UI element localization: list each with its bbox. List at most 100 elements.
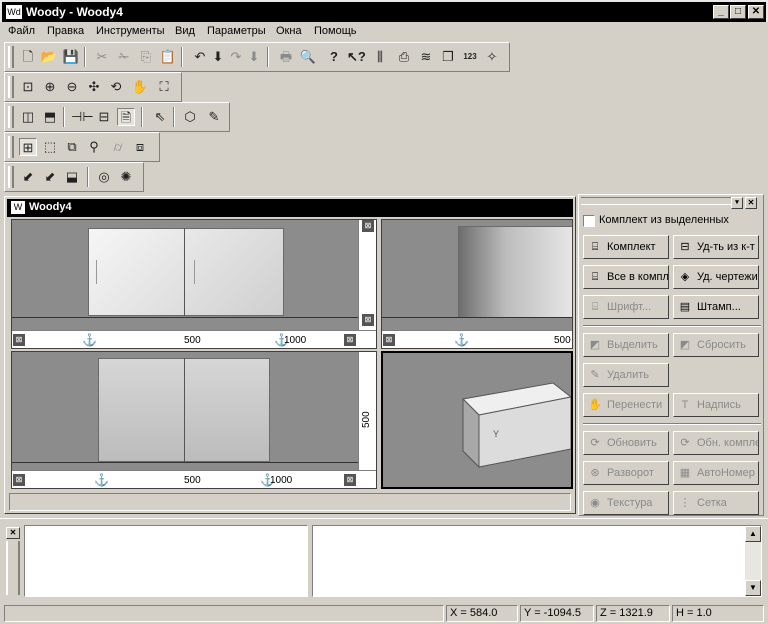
zoom-fit-icon[interactable]: ⛶ [155,78,173,96]
close-button[interactable]: ✕ [748,5,764,19]
auto-number-button[interactable]: ▦ АвтоНомер [673,461,759,485]
numbers-icon[interactable]: 123 [461,48,479,66]
toolbar-grip[interactable] [8,136,14,158]
wand-icon[interactable]: ✧ [483,48,501,66]
toolbar-grip[interactable] [8,46,14,68]
all-to-set-button[interactable]: ⌸ Все в компл [583,265,669,289]
redo-icon[interactable]: ↷ [227,48,245,66]
menu-windows[interactable]: Окна [276,25,302,37]
texture-button[interactable]: ◉ Текстура [583,491,669,515]
scroll-down-icon[interactable]: ▼ [745,580,761,596]
cabinet-3d-icon[interactable]: ⬒ [41,108,59,126]
new-file-icon[interactable]: 🗋 [19,48,37,66]
panel-divider [583,325,761,327]
view-point-icon[interactable]: ⚲ [85,138,103,156]
viewport-3d[interactable]: Y [381,351,573,489]
rotate-icon[interactable]: ⟲ [107,78,125,96]
anchor-icon: ⚓ [454,333,469,347]
panel-scroll-down-icon[interactable]: ▾ [731,197,743,209]
undo-list-icon[interactable]: ⬇ [209,48,227,66]
set-from-selected-checkbox[interactable] [583,215,595,227]
cut-icon[interactable]: ✂ [93,48,111,66]
delete-button[interactable]: ✎ Удалить [583,363,669,387]
viewport-front[interactable]: ⊠ ⊠ ⊠ ⚓ 500 ⚓ 1000 ⊠ [11,219,377,349]
maximize-button[interactable]: □ [730,5,746,19]
stamp-button[interactable]: ▤ Штамп... [673,295,759,319]
eye-icon[interactable]: ◎ [95,168,113,186]
context-help-icon[interactable]: ↖? [347,48,366,66]
font-button[interactable]: ⌸ Шрифт... [583,295,669,319]
scrollbar-track[interactable] [745,542,761,580]
refresh-button[interactable]: ⟳ Обновить [583,431,669,455]
hand-icon[interactable]: ✋ [131,78,149,96]
menu-edit[interactable]: Правка [47,25,84,37]
reset-button[interactable]: ◩ Сбросить [673,333,759,357]
drawing-icon[interactable]: 🗎 [117,108,135,126]
redo-list-icon[interactable]: ⬇ [245,48,263,66]
title-bar: Wd Woody - Woody4 _ □ ✕ [0,0,768,22]
viewport-top[interactable]: 500 ⊠ ⚓ 500 ⚓ 1000 ⊠ [11,351,377,489]
open-folder-icon[interactable]: 📂 [40,48,58,66]
remove-from-set-button[interactable]: ⊟ Уд-ть из к-т [673,235,759,259]
menu-help[interactable]: Помощь [314,25,357,37]
layers-icon[interactable]: ≋ [417,48,435,66]
document-status-strip [9,493,571,511]
panel-close-icon[interactable]: ✕ [745,197,757,209]
output-left-pane[interactable] [24,525,308,597]
paste-icon[interactable]: 📋 [159,48,177,66]
scroll-up-icon[interactable]: ▲ [745,526,761,542]
output-grip[interactable] [6,541,20,595]
panel-grip[interactable] [581,197,731,205]
help-icon[interactable]: ? [325,48,343,66]
remove-from-set-icon: ⊟ [680,241,690,253]
toolbar-grip[interactable] [8,76,14,98]
output-right-pane[interactable]: ▲ ▼ [312,525,762,597]
light-icon[interactable]: ✺ [117,168,135,186]
view-wire-icon[interactable]: ⧉ [63,138,81,156]
toolbar-grip[interactable] [8,106,14,128]
refresh-set-button[interactable]: ⟳ Обн. компле [673,431,759,455]
unfold-button[interactable]: ⊛ Разворот [583,461,669,485]
view-cylinder-icon[interactable]: ⌭ [109,138,127,156]
print-icon[interactable]: 🖶 [277,48,295,66]
view-box-icon[interactable]: ⬚ [41,138,59,156]
view-panel-icon[interactable]: ⊞ [19,138,37,156]
view-layers-icon[interactable]: ⧈ [131,138,149,156]
text-label-button[interactable]: T Надпись [673,393,759,417]
delete-drawings-button[interactable]: ◈ Уд. чертежи [673,265,759,289]
export-icon[interactable]: ⎙ [395,48,413,66]
move-c-icon[interactable]: ⬓ [63,168,81,186]
menu-parameters[interactable]: Параметры [207,25,266,37]
zoom-window-icon[interactable]: ⊡ [19,78,37,96]
toolbar-grip[interactable] [8,166,14,188]
scissors-icon[interactable]: ✁ [115,48,133,66]
split-horizontal-icon[interactable]: ⊣⊢ [71,108,94,126]
set-button[interactable]: ⌸ Комплект [583,235,669,259]
pan-icon[interactable]: ✣ [85,78,103,96]
undo-icon[interactable]: ↶ [191,48,209,66]
pencil-icon[interactable]: ✎ [205,108,223,126]
move-a-icon[interactable]: ⬋ [19,168,37,186]
save-icon[interactable]: 💾 [62,48,80,66]
select-button[interactable]: ◩ Выделить [583,333,669,357]
menu-file[interactable]: Файл [8,25,35,37]
move-button[interactable]: ✋ Перенести [583,393,669,417]
box-icon[interactable]: ⬡ [181,108,199,126]
output-close-icon[interactable]: ✕ [6,527,20,539]
copy-icon[interactable]: ⎘ [137,48,155,66]
grid-button[interactable]: ⋮ Сетка [673,491,759,515]
select-arrow-icon[interactable]: ⇖ [151,108,169,126]
print-preview-icon[interactable]: 🔍 [299,48,317,66]
viewport-side[interactable]: ⊠ ⚓ 500 [381,219,573,349]
shelf-icon[interactable]: ⊟ [95,108,113,126]
move-b-icon[interactable]: ⬋ [41,168,59,186]
minimize-button[interactable]: _ [713,5,729,19]
windows-icon[interactable]: ❐ [439,48,457,66]
zoom-out-icon[interactable]: ⊖ [63,78,81,96]
menu-view[interactable]: Вид [175,25,195,37]
zoom-in-icon[interactable]: ⊕ [41,78,59,96]
menu-tools[interactable]: Инструменты [96,25,165,37]
toolbar-extra: ⬋ ⬋ ⬓ ◎ ✺ [4,162,144,192]
cabinet-front-icon[interactable]: ◫ [19,108,37,126]
columns-icon[interactable]: ⫼ [371,48,389,66]
